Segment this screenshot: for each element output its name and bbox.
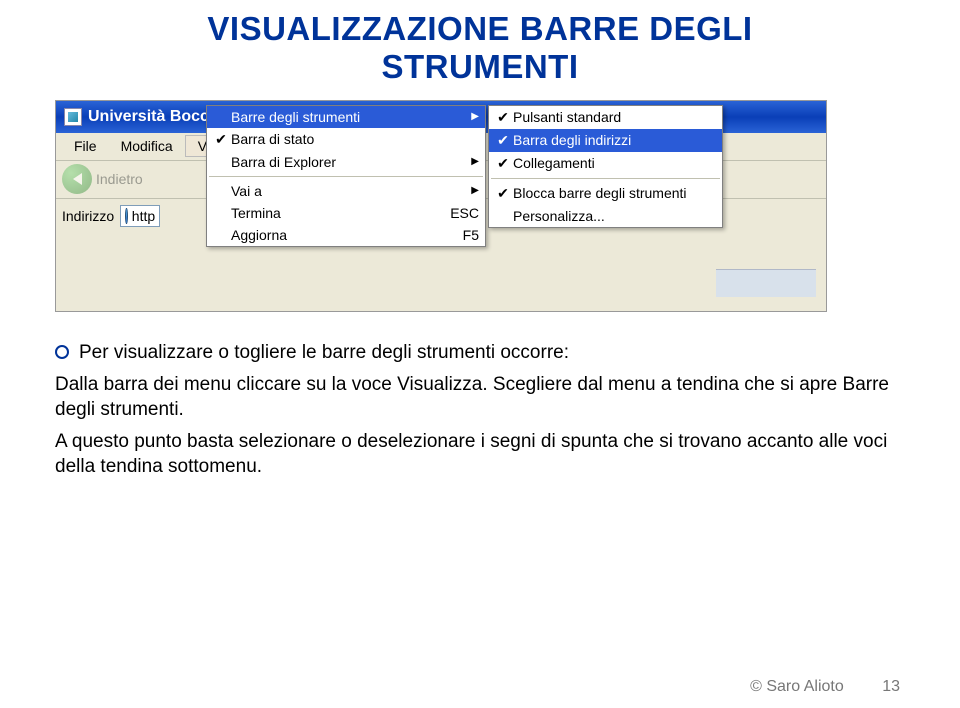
ie-icon bbox=[125, 208, 128, 224]
slide-title: VISUALIZZAZIONE BARRE DEGLI STRUMENTI bbox=[55, 10, 905, 86]
sub-blocca-barre[interactable]: ✔ Blocca barre degli strumenti bbox=[489, 182, 722, 205]
sub-collegamenti[interactable]: ✔ Collegamenti bbox=[489, 152, 722, 175]
dd-barre-strumenti[interactable]: Barre degli strumenti ▶ bbox=[207, 106, 485, 128]
visualizza-dropdown: Barre degli strumenti ▶ ✔ Barra di stato… bbox=[206, 105, 486, 247]
sub-personalizza[interactable]: Personalizza... bbox=[489, 205, 722, 227]
title-line-1: VISUALIZZAZIONE BARRE DEGLI bbox=[207, 10, 752, 47]
browser-screenshot: Università Bocconi - Microsoft Internet … bbox=[55, 100, 827, 312]
submenu-arrow-icon: ▶ bbox=[471, 156, 479, 167]
check-icon: ✔ bbox=[211, 131, 231, 148]
para-1: Per visualizzare o togliere le barre deg… bbox=[55, 340, 905, 366]
dropdown-separator bbox=[209, 176, 483, 177]
title-line-2: STRUMENTI bbox=[382, 48, 579, 85]
dd-termina[interactable]: Termina ESC bbox=[207, 202, 485, 224]
dd-aggiorna[interactable]: Aggiorna F5 bbox=[207, 224, 485, 246]
address-value: http bbox=[132, 208, 155, 224]
dd-barra-explorer[interactable]: Barra di Explorer ▶ bbox=[207, 151, 485, 173]
sub-pulsanti-standard[interactable]: ✔ Pulsanti standard bbox=[489, 106, 722, 129]
footer-copyright: © Saro Alioto bbox=[750, 678, 844, 695]
dropdown-separator bbox=[491, 178, 720, 179]
submenu-arrow-icon: ▶ bbox=[471, 185, 479, 196]
menu-file[interactable]: File bbox=[62, 136, 109, 156]
barre-submenu: ✔ Pulsanti standard ✔ Barra degli indiri… bbox=[488, 105, 723, 228]
para-2: Dalla barra dei menu cliccare su la voce… bbox=[55, 372, 905, 423]
footer: © Saro Alioto 13 bbox=[750, 678, 900, 696]
back-button-icon[interactable] bbox=[62, 164, 92, 194]
dropdown-area: Barre degli strumenti ▶ ✔ Barra di stato… bbox=[56, 233, 826, 311]
sub-barra-indirizzi[interactable]: ✔ Barra degli indirizzi bbox=[489, 129, 722, 152]
menu-modifica[interactable]: Modifica bbox=[109, 136, 185, 156]
dd-vai-a[interactable]: Vai a ▶ bbox=[207, 180, 485, 202]
submenu-arrow-icon: ▶ bbox=[471, 111, 479, 122]
dd-barra-stato[interactable]: ✔ Barra di stato bbox=[207, 128, 485, 151]
check-icon: ✔ bbox=[493, 155, 513, 172]
check-icon: ✔ bbox=[493, 185, 513, 202]
check-icon: ✔ bbox=[493, 109, 513, 126]
bullet-icon bbox=[55, 345, 69, 359]
background-strip bbox=[716, 269, 816, 297]
slide-body: Per visualizzare o togliere le barre deg… bbox=[55, 340, 905, 480]
para-3: A questo punto basta selezionare o desel… bbox=[55, 429, 905, 480]
address-field[interactable]: http bbox=[120, 205, 160, 227]
footer-page-number: 13 bbox=[882, 678, 900, 695]
back-button-label[interactable]: Indietro bbox=[96, 171, 143, 187]
page-icon bbox=[64, 108, 82, 126]
check-icon: ✔ bbox=[493, 132, 513, 149]
address-label: Indirizzo bbox=[62, 208, 114, 224]
